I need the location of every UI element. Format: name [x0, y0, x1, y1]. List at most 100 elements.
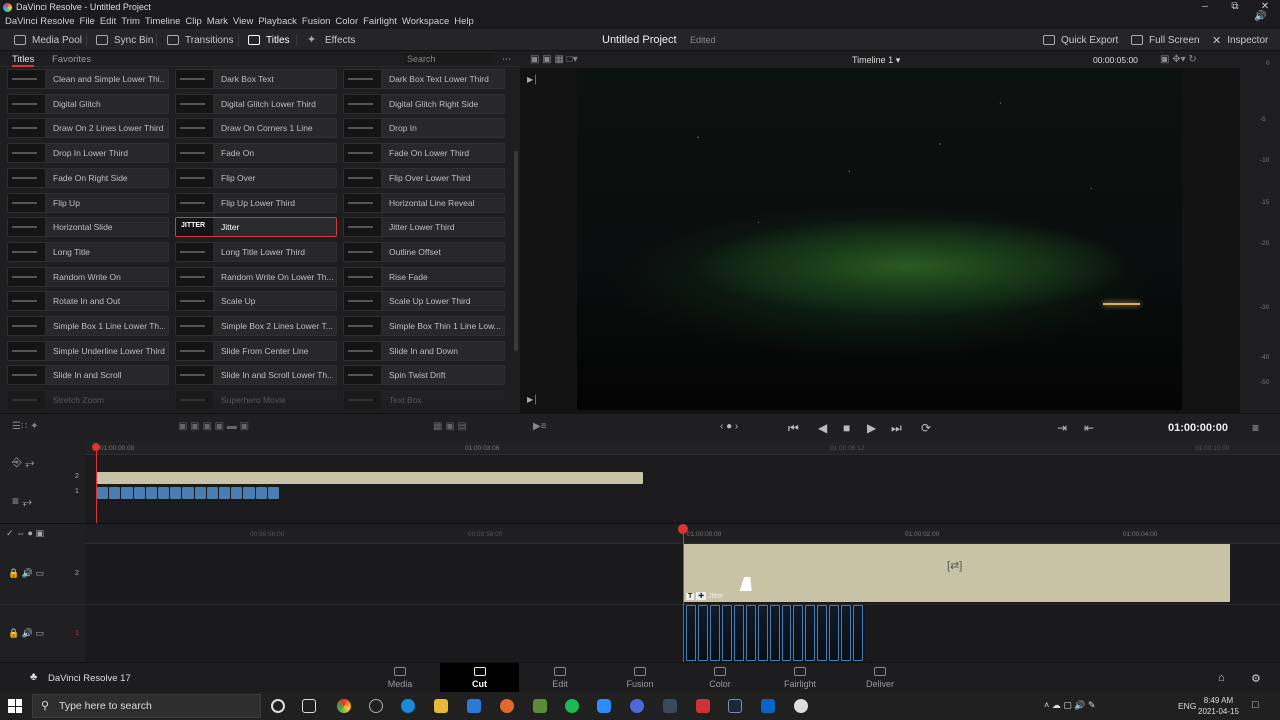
page-edit[interactable]: Edit [530, 667, 590, 689]
tab-favorites[interactable]: Favorites [52, 54, 91, 65]
track-1-controls[interactable]: 🔒 🔊 ▭ [8, 628, 44, 639]
menu-davinci-resolve[interactable]: DaVinci Resolve [5, 15, 75, 29]
app-icon[interactable] [369, 699, 383, 713]
play-icon[interactable]: ▶ [867, 421, 876, 435]
menu-clip[interactable]: Clip [185, 15, 201, 29]
title-item[interactable]: Slide From Center Line [175, 340, 337, 361]
menu-view[interactable]: View [233, 15, 253, 29]
title-item[interactable]: Scale Up Lower Third [343, 291, 505, 312]
title-item[interactable]: Simple Box 1 Line Lower Th... [7, 316, 169, 336]
title-clip[interactable] [97, 472, 643, 484]
title-item[interactable]: Simple Box Thin 1 Line Low... [343, 316, 505, 336]
viewer-layout-icons[interactable]: ▣ ▣ ▦ □▾ [530, 54, 578, 65]
track-2-controls[interactable]: 🔒 🔊 ▭ [8, 568, 44, 579]
go-to-start-icon[interactable]: ⏮ [788, 421, 799, 436]
page-fusion[interactable]: Fusion [610, 667, 670, 689]
quick-export-button[interactable]: Quick Export [1043, 33, 1118, 47]
mark-in-icon[interactable]: ⇥ [1057, 421, 1067, 435]
title-item[interactable]: Random Write On [7, 266, 169, 287]
notifications-icon[interactable]: □ [1252, 699, 1259, 711]
title-item[interactable]: Horizontal Slide [7, 217, 169, 238]
system-tray-icons[interactable]: ˄ ☁ ▢ 🔊 ✎ [1044, 700, 1096, 711]
windows-start-icon[interactable] [8, 699, 22, 713]
title-item[interactable]: Simple Underline Lower Third [7, 340, 169, 361]
title-item[interactable]: Stretch Zoom [7, 390, 169, 409]
title-item[interactable]: Digital Glitch [7, 93, 169, 114]
timeline-selector[interactable]: Timeline 1 ▾ [852, 55, 900, 66]
timeline-tools-icons[interactable]: ☰∷ ✦ [12, 421, 38, 432]
file-explorer-icon[interactable] [434, 699, 448, 713]
full-screen-button[interactable]: Full Screen [1131, 33, 1200, 47]
page-cut[interactable]: Cut [440, 663, 519, 693]
speaker-icon[interactable]: 🔊 [1254, 11, 1266, 22]
outlook-icon[interactable] [761, 699, 775, 713]
title-item[interactable]: Clean and Simple Lower Thi... [7, 69, 169, 89]
title-item[interactable]: Fade On Lower Third [343, 143, 505, 164]
firefox-icon[interactable] [500, 699, 514, 713]
title-item[interactable]: Jitter Lower Third [343, 217, 505, 238]
title-item[interactable]: Text Box [343, 390, 505, 409]
menu-mark[interactable]: Mark [207, 15, 228, 29]
title-item[interactable]: Superhero Movie [175, 390, 337, 409]
settings-icon[interactable]: ⚙ [1251, 672, 1261, 685]
minecraft-icon[interactable] [533, 699, 547, 713]
menu-timeline[interactable]: Timeline [145, 15, 181, 29]
mail-icon[interactable] [467, 699, 481, 713]
title-item[interactable]: Drop In Lower Third [7, 143, 169, 164]
title-item[interactable]: Rise Fade [343, 266, 505, 287]
page-deliver[interactable]: Deliver [850, 667, 910, 689]
title-item[interactable]: Long Title Lower Third [175, 241, 337, 262]
title-track-icon[interactable]: ⎆ ⥅ [12, 455, 35, 470]
zoom-icon[interactable] [597, 699, 611, 713]
app-icon[interactable] [630, 699, 644, 713]
title-clip-jitter[interactable]: [⇄] [684, 544, 1230, 602]
title-item[interactable]: JITTER Jitter [175, 217, 337, 238]
menu-fairlight[interactable]: Fairlight [363, 15, 397, 29]
options-icon[interactable]: ≡ [1252, 421, 1259, 435]
title-item[interactable]: Draw On Corners 1 Line [175, 118, 337, 139]
timeline-options-icons[interactable]: ✓ ⇔ ● ▣ [6, 528, 44, 539]
steam-icon[interactable] [728, 699, 742, 713]
video-track-icon[interactable]: ≡ ⥅ [12, 494, 32, 509]
title-item[interactable]: Spin Twist Drift [343, 365, 505, 386]
title-item[interactable]: Rotate In and Out [7, 291, 169, 312]
prev-clip-icon[interactable]: ▶│ [527, 75, 538, 84]
home-icon[interactable]: ⌂ [1218, 672, 1225, 684]
reverse-play-icon[interactable]: ◀ [818, 421, 827, 435]
title-item[interactable]: Fade On [175, 143, 337, 164]
search-input[interactable]: Search [404, 53, 492, 65]
menu-help[interactable]: Help [454, 15, 474, 29]
title-item[interactable]: Flip Over [175, 167, 337, 188]
stop-icon[interactable]: ■ [843, 421, 850, 435]
mark-out-icon[interactable]: ⇤ [1084, 421, 1094, 435]
title-item[interactable]: Digital Glitch Right Side [343, 93, 505, 114]
go-to-end-icon[interactable]: ⏭ [891, 421, 902, 436]
minimize-button[interactable]: – [1190, 0, 1220, 15]
page-fairlight[interactable]: Fairlight [770, 667, 830, 689]
panel-scrollbar[interactable] [514, 151, 518, 351]
title-item[interactable]: Draw On 2 Lines Lower Third [7, 118, 169, 139]
title-item[interactable]: Scale Up [175, 291, 337, 312]
clock[interactable]: 8:49 AM 2021-04-15 [1198, 695, 1239, 717]
menu-playback[interactable]: Playback [258, 15, 297, 29]
next-clip-icon[interactable]: ▶│ [527, 395, 538, 404]
sync-bin-button[interactable]: Sync Bin [96, 33, 153, 47]
title-item[interactable]: Long Title [7, 241, 169, 262]
menu-color[interactable]: Color [335, 15, 358, 29]
menu-trim[interactable]: Trim [121, 15, 140, 29]
effects-button[interactable]: ✦ Effects [307, 33, 355, 47]
spotify-icon[interactable] [565, 699, 579, 713]
acrobat-icon[interactable] [696, 699, 710, 713]
video-clip-frames[interactable] [684, 605, 865, 661]
task-view-icon[interactable] [302, 699, 316, 713]
upper-ruler[interactable]: 01:00:00:00 01:00:03:06 01:00:06:12 01:0… [85, 441, 1280, 455]
edge-icon[interactable] [401, 699, 415, 713]
title-item[interactable]: Random Write On Lower Th... [175, 266, 337, 287]
menu-fusion[interactable]: Fusion [302, 15, 331, 29]
chrome-icon[interactable] [337, 699, 351, 713]
inspector-button[interactable]: ✕ Inspector [1212, 33, 1268, 47]
title-item[interactable]: Slide In and Scroll [7, 365, 169, 386]
taskbar-search-input[interactable]: ⚲ Type here to search [32, 694, 261, 718]
playhead[interactable] [678, 524, 688, 663]
title-item[interactable]: Slide In and Scroll Lower Th... [175, 365, 337, 386]
